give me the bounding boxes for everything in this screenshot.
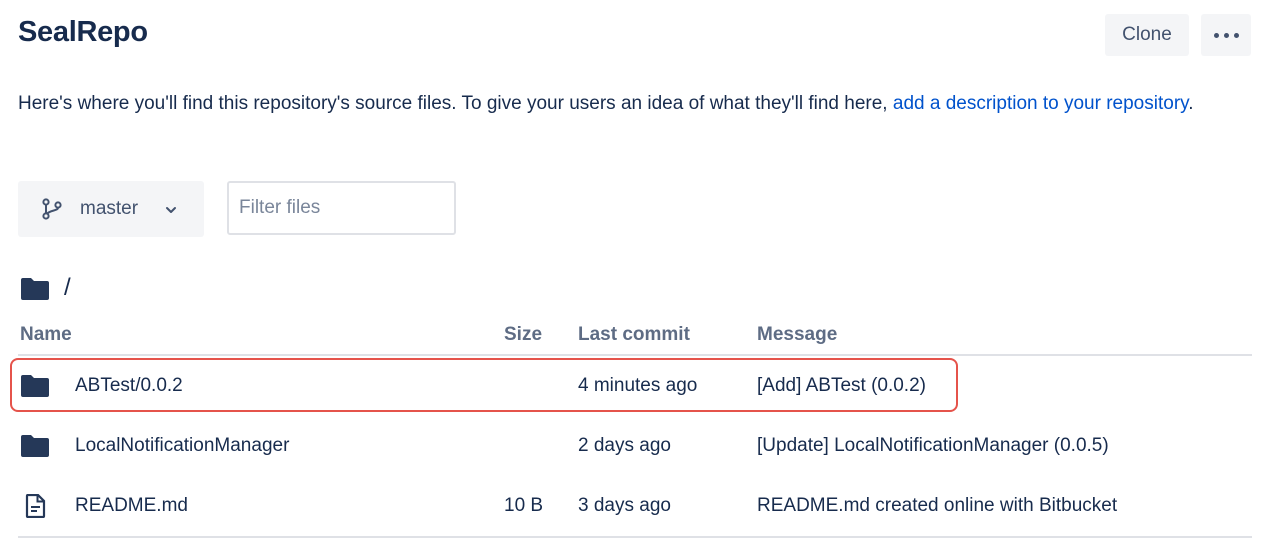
commit-message: README.md created online with Bitbucket — [757, 495, 1118, 516]
chevron-down-icon — [166, 207, 176, 213]
table-header: Name Size Last commit Message — [18, 314, 1252, 356]
repo-header: SealRepo Clone — [18, 14, 1252, 58]
file-name-link[interactable]: ABTest/0.0.2 — [75, 375, 183, 397]
path-text: / — [64, 274, 71, 301]
folder-icon — [21, 278, 49, 300]
description-text: Here's where you'll find this repository… — [18, 93, 893, 114]
column-header-last-commit[interactable]: Last commit — [578, 324, 690, 346]
repo-title: SealRepo — [18, 16, 148, 48]
commit-message: [Add] ABTest (0.0.2) — [757, 375, 926, 396]
last-commit-time: 2 days ago — [578, 435, 671, 456]
filter-files-input[interactable] — [227, 181, 456, 235]
column-header-message[interactable]: Message — [757, 324, 837, 346]
column-header-size[interactable]: Size — [504, 324, 542, 346]
file-name-link[interactable]: LocalNotificationManager — [75, 435, 289, 457]
file-table: Name Size Last commit Message ABTest/0.0… — [18, 314, 1252, 538]
column-header-name[interactable]: Name — [20, 324, 72, 346]
commit-message: [Update] LocalNotificationManager (0.0.5… — [757, 435, 1109, 456]
more-actions-button[interactable] — [1201, 14, 1251, 56]
repository-source-page: SealRepo Clone Here's where you'll find … — [10, 0, 1252, 544]
table-row[interactable]: README.md 10 B 3 days ago README.md crea… — [18, 476, 1252, 538]
branch-name: master — [80, 198, 139, 219]
folder-icon — [21, 435, 49, 457]
repo-description: Here's where you'll find this repository… — [18, 90, 1218, 118]
more-horizontal-icon — [1213, 32, 1219, 38]
branch-selector[interactable]: master — [18, 181, 204, 237]
description-suffix: . — [1188, 93, 1194, 114]
file-size: 10 B — [504, 495, 544, 516]
last-commit-time: 4 minutes ago — [578, 375, 698, 396]
branch-icon — [42, 198, 62, 220]
folder-icon — [21, 375, 49, 397]
file-icon — [25, 494, 46, 518]
table-row[interactable]: ABTest/0.0.2 4 minutes ago [Add] ABTest … — [18, 356, 1252, 416]
clone-button[interactable]: Clone — [1105, 14, 1189, 56]
table-row[interactable]: LocalNotificationManager 2 days ago [Upd… — [18, 416, 1252, 476]
add-description-link[interactable]: add a description to your repository — [893, 93, 1188, 114]
last-commit-time: 3 days ago — [578, 495, 671, 516]
file-name-link[interactable]: README.md — [75, 495, 188, 517]
